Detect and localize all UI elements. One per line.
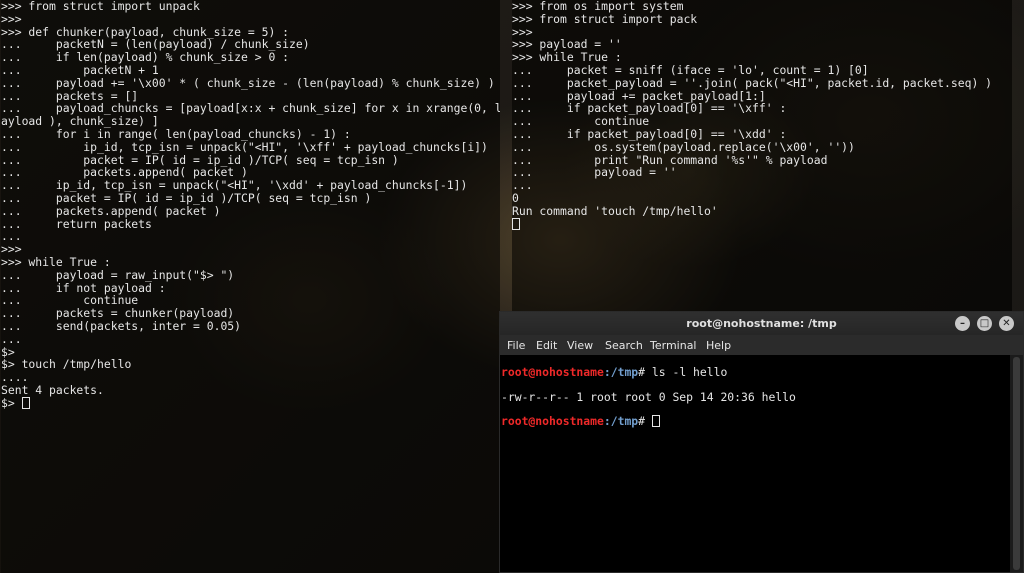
window-titlebar[interactable]: root@nohostname: /tmp – □ ✕ (500, 312, 1023, 335)
python-receiver-terminal[interactable]: >>> from os import system >>> from struc… (512, 0, 1012, 311)
prompt-path: :/tmp (603, 413, 639, 428)
menu-view[interactable]: View (567, 339, 593, 352)
menu-bar: File Edit View Search Terminal Help (500, 335, 1023, 355)
text-cursor (21, 396, 30, 409)
text-cursor (651, 414, 660, 427)
minimize-icon: – (960, 318, 965, 329)
command-line: root@nohostname:/tmp# ls -l hello (501, 366, 1009, 379)
close-button[interactable]: ✕ (999, 316, 1014, 331)
receiver-input-line[interactable] (512, 217, 1012, 231)
receiver-scrollbar[interactable] (1012, 0, 1024, 311)
maximize-icon: □ (979, 318, 990, 329)
receiver-terminal-output: >>> from os import system >>> from struc… (512, 0, 993, 218)
menu-edit[interactable]: Edit (536, 339, 557, 352)
active-prompt-line[interactable]: root@nohostname:/tmp# (501, 413, 1009, 428)
python-sender-terminal[interactable]: >>> from struct import unpack >>> >>> de… (1, 0, 500, 573)
terminal-scrollbar[interactable] (1010, 355, 1023, 572)
menu-terminal[interactable]: Terminal (650, 339, 697, 352)
scrollbar-thumb[interactable] (1013, 357, 1020, 570)
sender-prompt: $> (1, 395, 22, 410)
sender-input-line[interactable]: $> (1, 395, 500, 410)
minimize-button[interactable]: – (955, 316, 970, 331)
maximize-button[interactable]: □ (977, 316, 992, 331)
command-output: -rw-r--r-- 1 root root 0 Sep 14 20:36 he… (501, 389, 796, 404)
menu-file[interactable]: File (507, 339, 525, 352)
prompt-user: root@nohostname (501, 413, 604, 428)
text-cursor (512, 217, 520, 230)
menu-help[interactable]: Help (706, 339, 731, 352)
sender-terminal-output: >>> from struct import unpack >>> >>> de… (1, 0, 500, 397)
entered-command: ls -l hello (651, 365, 728, 380)
prompt-symbol: # (638, 413, 652, 428)
menu-search[interactable]: Search (605, 339, 643, 352)
gnome-terminal-window[interactable]: root@nohostname: /tmp – □ ✕ File Edit Vi… (499, 311, 1024, 573)
prompt-path: :/tmp (603, 365, 639, 380)
close-icon: ✕ (1002, 318, 1011, 329)
prompt-user: root@nohostname (501, 365, 604, 380)
gnome-terminal-content[interactable]: root@nohostname:/tmp# ls -l hello -rw-r-… (501, 355, 1009, 572)
window-title: root@nohostname: /tmp (686, 317, 837, 330)
prompt-symbol: # (638, 365, 652, 380)
